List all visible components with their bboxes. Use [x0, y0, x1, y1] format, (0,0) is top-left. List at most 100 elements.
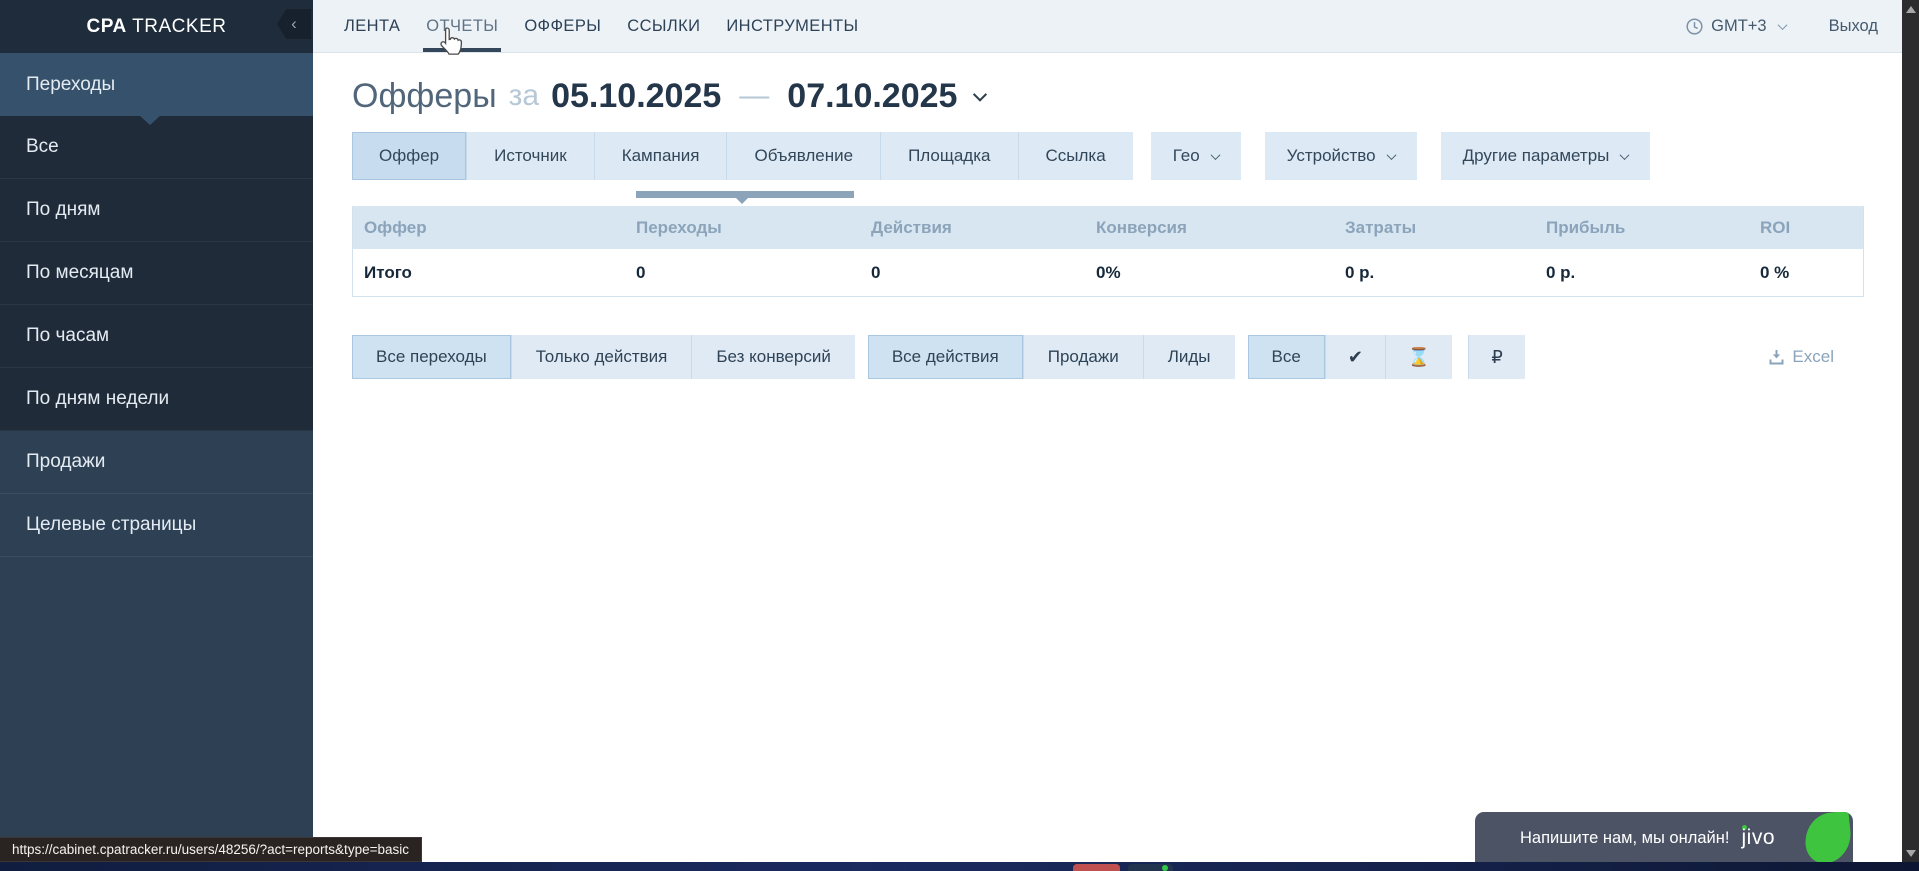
export-excel-link[interactable]: Excel	[1769, 347, 1834, 367]
tab-obyavlenie[interactable]: Объявление	[726, 132, 880, 180]
logout-link[interactable]: Выход	[1829, 17, 1878, 36]
sidebar-item-label: Целевые страницы	[26, 514, 196, 536]
sidebar-item-prodazhi[interactable]: Продажи	[0, 431, 313, 494]
taskbar-red-icon[interactable]	[1073, 864, 1120, 871]
taskbar-green-dot-icon	[1162, 865, 1168, 871]
column-header-perehody[interactable]: Переходы	[625, 218, 860, 238]
tab-ssylka[interactable]: Ссылка	[1018, 132, 1133, 180]
column-header-zatraty[interactable]: Затраты	[1334, 218, 1535, 238]
column-header-konversiya[interactable]: Конверсия	[1085, 218, 1334, 238]
tab-kampaniya[interactable]: Кампания	[594, 132, 727, 180]
sidebar-subitem-po-chasam[interactable]: По часам	[0, 305, 313, 368]
clock-icon	[1686, 18, 1703, 35]
dimension-tabs-row: Оффер Источник Кампания Объявление Площа…	[352, 132, 1902, 180]
filter-vse-perehody[interactable]: Все переходы	[352, 335, 511, 379]
sidebar-subitem-vse[interactable]: Все	[0, 116, 313, 179]
sidebar-item-perehody[interactable]: Переходы	[0, 53, 313, 116]
nav-item-otchety[interactable]: ОТЧЕТЫ	[426, 0, 498, 52]
scroll-down-arrow-icon[interactable]	[1906, 850, 1916, 857]
filter-label: Все переходы	[376, 347, 487, 367]
main-nav: ЛЕНТА ОТЧЕТЫ ОФФЕРЫ ССЫЛКИ ИНСТРУМЕНТЫ	[344, 0, 859, 52]
filter-label: Без конверсий	[716, 347, 830, 367]
filter-approved-check-icon[interactable]: ✔	[1325, 335, 1385, 379]
tab-label: Ссылка	[1046, 146, 1106, 166]
column-header-offer[interactable]: Оффер	[353, 218, 625, 238]
sidebar-item-label: Все	[26, 136, 59, 158]
filter-label: Только действия	[536, 347, 668, 367]
filter-prodazhi[interactable]: Продажи	[1023, 335, 1143, 379]
nav-item-instrumenty[interactable]: ИНСТРУМЕНТЫ	[726, 0, 858, 52]
logo-bold: CPA	[87, 16, 127, 37]
tab-istochnik[interactable]: Источник	[466, 132, 594, 180]
filter-vse-deystviya[interactable]: Все действия	[868, 335, 1023, 379]
tab-label: Источник	[494, 146, 567, 166]
nav-item-offery[interactable]: ОФФЕРЫ	[524, 0, 601, 52]
totals-deystviya: 0	[860, 263, 1085, 283]
filter-label: Продажи	[1048, 347, 1119, 367]
sidebar-subitem-po-mesyacam[interactable]: По месяцам	[0, 242, 313, 305]
sidebar-subitem-po-dnyam-nedeli[interactable]: По дням недели	[0, 368, 313, 431]
tab-offer[interactable]: Оффер	[352, 132, 466, 180]
dropdown-label: Другие параметры	[1463, 146, 1610, 166]
totals-konversiya: 0%	[1085, 263, 1334, 283]
dropdown-drugie-parametry[interactable]: Другие параметры	[1441, 132, 1651, 180]
sidebar-collapse-button[interactable]: ‹	[277, 9, 311, 39]
filter-currency-rouble-button[interactable]: ₽	[1468, 335, 1524, 379]
nav-item-lenta[interactable]: ЛЕНТА	[344, 0, 400, 52]
filter-lidy[interactable]: Лиды	[1143, 335, 1235, 379]
date-dash: —	[739, 79, 769, 113]
filter-label: Все действия	[892, 347, 999, 367]
sidebar-item-label: Продажи	[26, 451, 105, 473]
column-header-deystviya[interactable]: Действия	[860, 218, 1085, 238]
filter-status-vse[interactable]: Все	[1248, 335, 1325, 379]
main-content: Офферы за 05.10.2025 — 07.10.2025 Оффер …	[313, 54, 1902, 871]
chevron-down-icon	[1620, 150, 1630, 160]
tab-ploschadka[interactable]: Площадка	[880, 132, 1017, 180]
timezone-selector[interactable]: GMT+3	[1686, 17, 1785, 36]
chat-message: Напишите нам, мы онлайн!	[1520, 829, 1729, 848]
hourglass-icon: ⌛	[1408, 347, 1430, 368]
dropdown-geo[interactable]: Гео	[1151, 132, 1241, 180]
transition-filter-group: Все переходы Только действия Без конверс…	[352, 335, 855, 379]
nav-item-ssylki[interactable]: ССЫЛКИ	[627, 0, 700, 52]
app-logo: CPA TRACKER	[87, 16, 227, 38]
tab-label: Объявление	[754, 146, 853, 166]
filter-pending-hourglass-icon[interactable]: ⌛	[1385, 335, 1452, 379]
sidebar-item-label: По месяцам	[26, 262, 133, 284]
chat-widget[interactable]: Напишите нам, мы онлайн! jivo	[1475, 812, 1853, 864]
topbar-right: GMT+3 Выход	[1686, 17, 1878, 36]
date-to[interactable]: 07.10.2025	[787, 77, 957, 116]
sort-indicator-bar	[636, 191, 854, 198]
dropdown-ustroystvo[interactable]: Устройство	[1265, 132, 1417, 180]
totals-zatraty: 0 р.	[1334, 263, 1535, 283]
sidebar-subitem-po-dnyam[interactable]: По дням	[0, 179, 313, 242]
chevron-down-icon	[1777, 20, 1787, 30]
top-navigation-bar: ЛЕНТА ОТЧЕТЫ ОФФЕРЫ ССЫЛКИ ИНСТРУМЕНТЫ G…	[313, 0, 1902, 53]
filter-tolko-deystviya[interactable]: Только действия	[511, 335, 692, 379]
sidebar-item-label: По часам	[26, 325, 109, 347]
date-range-chevron-icon[interactable]	[973, 88, 987, 102]
title-preposition: за	[509, 79, 539, 113]
filter-bez-konversiy[interactable]: Без конверсий	[691, 335, 854, 379]
totals-pribyl: 0 р.	[1535, 263, 1749, 283]
tab-label: Оффер	[379, 146, 439, 166]
sidebar-menu: Переходы Все По дням По месяцам По часам…	[0, 53, 313, 557]
dimension-tab-group: Оффер Источник Кампания Объявление Площа…	[352, 132, 1133, 180]
scroll-up-arrow-icon[interactable]	[1906, 6, 1916, 13]
column-header-roi[interactable]: ROI	[1749, 218, 1863, 238]
nav-label: ОТЧЕТЫ	[426, 17, 498, 36]
totals-perehody: 0	[625, 263, 860, 283]
sidebar-item-label: Переходы	[26, 74, 115, 96]
tab-label: Кампания	[622, 146, 700, 166]
vertical-scrollbar[interactable]	[1902, 0, 1919, 871]
status-filter-group: Все ✔ ⌛	[1248, 335, 1453, 379]
totals-label: Итого	[353, 263, 625, 283]
column-header-pribyl[interactable]: Прибыль	[1535, 218, 1749, 238]
rouble-icon: ₽	[1491, 347, 1502, 368]
filter-label: Все	[1272, 347, 1301, 367]
taskbar-dark-icon[interactable]	[1128, 864, 1173, 871]
date-from[interactable]: 05.10.2025	[551, 77, 721, 116]
selected-notch	[140, 116, 160, 125]
chat-brand-logo: jivo	[1741, 826, 1775, 850]
sidebar-item-celevye-stranicy[interactable]: Целевые страницы	[0, 494, 313, 557]
